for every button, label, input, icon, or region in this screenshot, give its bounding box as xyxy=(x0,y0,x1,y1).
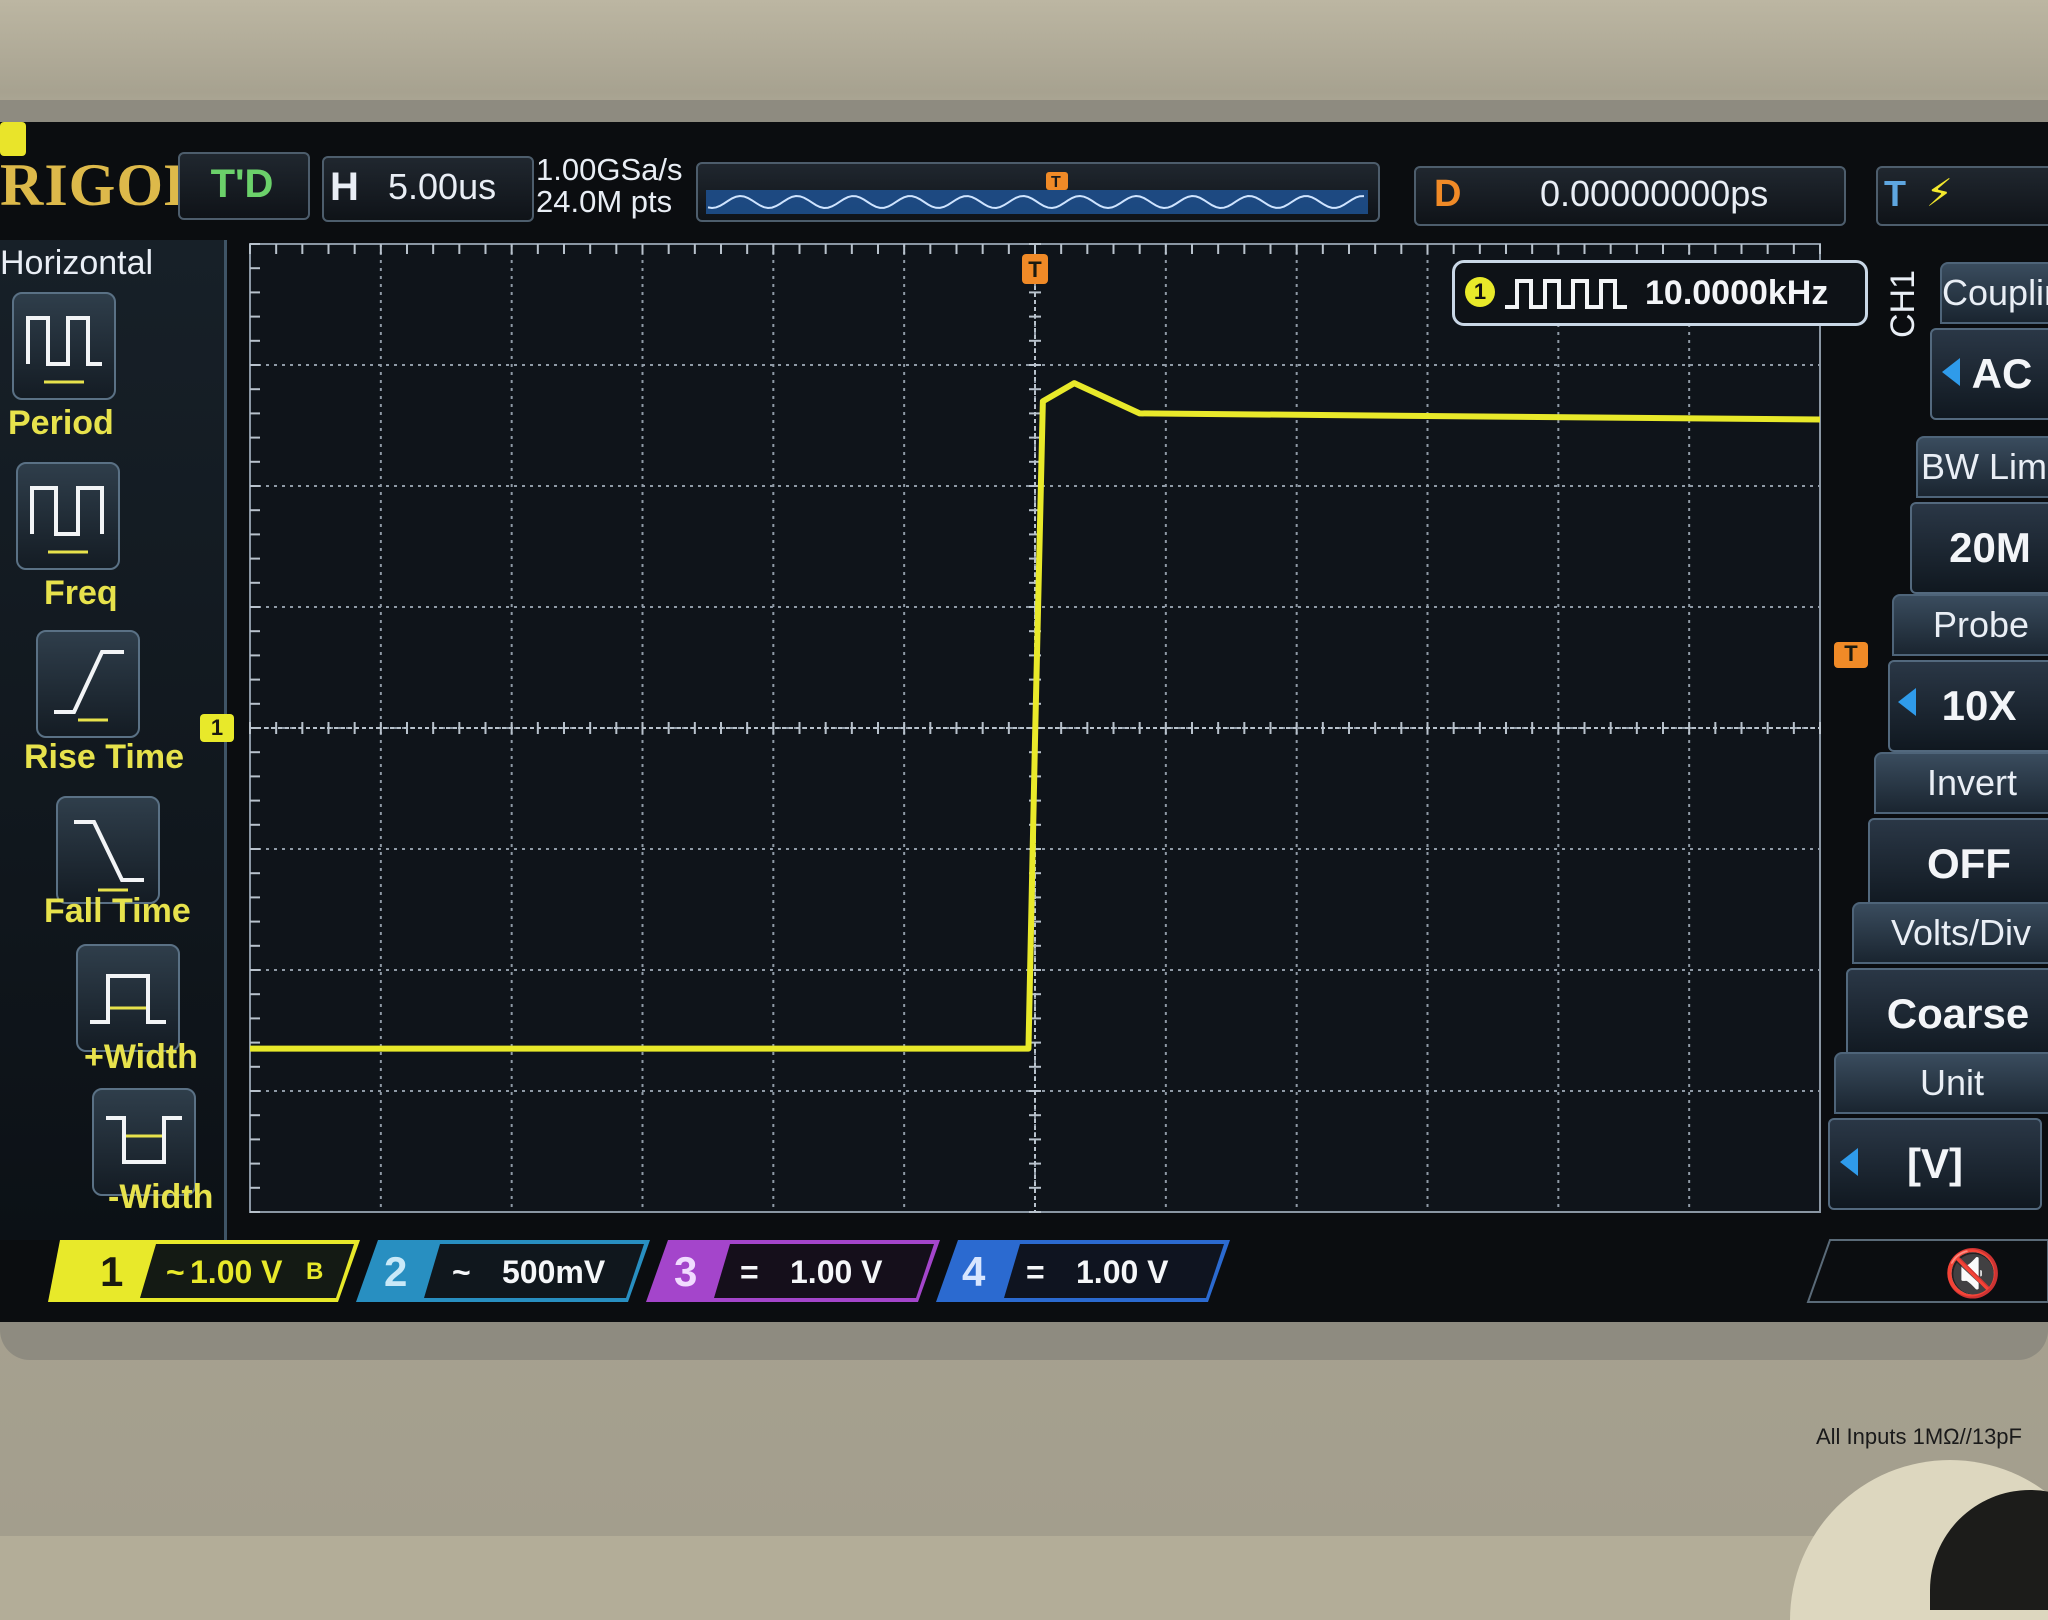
channel-3-coupling: = xyxy=(740,1254,759,1290)
channel-2-scale: 500mV xyxy=(502,1254,606,1290)
speaker-muted-icon[interactable]: 🔇 xyxy=(1944,1246,2001,1301)
channel-1-scale: 1.00 V xyxy=(190,1254,283,1290)
channel-1-coupling: ~ xyxy=(166,1254,185,1290)
channel-4-scale: 1.00 V xyxy=(1076,1254,1169,1290)
channel-3-number[interactable]: 3 xyxy=(674,1242,697,1302)
channel-1-bw-badge: B xyxy=(306,1258,324,1285)
channel-4-coupling: = xyxy=(1026,1254,1045,1290)
channel-2-coupling: ~ xyxy=(452,1254,471,1290)
channel-3-scale: 1.00 V xyxy=(790,1254,883,1290)
oscilloscope-screen: RIGOL T'D H 5.00us 1.00GSa/s 24.0M pts T… xyxy=(0,122,2048,1322)
sound-tab xyxy=(1806,1239,2048,1303)
inputs-spec-label: All Inputs 1MΩ//13pF xyxy=(1816,1424,2022,1449)
channel-bar-shapes xyxy=(48,1239,2048,1303)
channel-1-number[interactable]: 1 xyxy=(100,1242,123,1302)
channel-2-number[interactable]: 2 xyxy=(384,1242,407,1302)
channel-4-number[interactable]: 4 xyxy=(962,1242,985,1302)
